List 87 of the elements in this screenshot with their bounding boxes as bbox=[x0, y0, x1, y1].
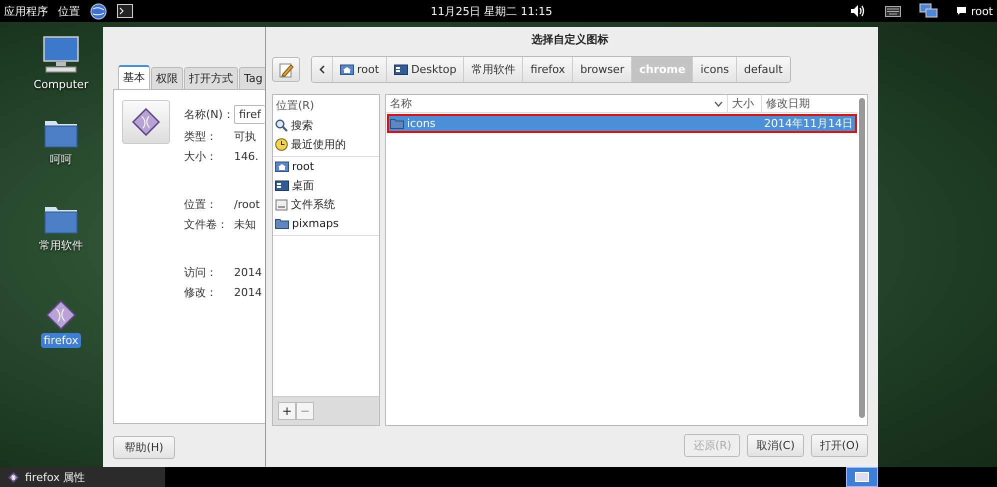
field-label: 修改： bbox=[184, 285, 218, 300]
workspace-switcher[interactable] bbox=[846, 467, 878, 487]
globe-icon bbox=[90, 2, 107, 20]
clock-icon bbox=[275, 138, 288, 151]
places-item[interactable]: pixmaps bbox=[273, 214, 379, 233]
column-header[interactable]: 大小 bbox=[727, 95, 761, 112]
tab[interactable]: 基本 bbox=[118, 65, 150, 89]
field-value: 146. bbox=[234, 150, 260, 163]
desktop-icon-label[interactable]: 呵呵 bbox=[47, 151, 75, 168]
places-item-label: root bbox=[292, 160, 314, 173]
folder-icon bbox=[44, 204, 78, 234]
chat-bubble-icon bbox=[956, 6, 967, 16]
places-item[interactable]: 文件系统 bbox=[273, 195, 379, 214]
field-label: 文件卷： bbox=[184, 217, 229, 232]
field-value: /root bbox=[234, 198, 261, 211]
desktop-icon-label[interactable]: 常用软件 bbox=[36, 237, 86, 254]
places-header: 位置(R) bbox=[275, 98, 316, 114]
tab[interactable]: 权限 bbox=[151, 67, 183, 89]
field-label: 类型： bbox=[184, 129, 218, 144]
field-label: 名称(N)： bbox=[184, 107, 234, 122]
column-header[interactable]: 修改日期 bbox=[761, 95, 857, 112]
dialog-title: 选择自定义图标 bbox=[530, 32, 610, 48]
path-segment[interactable]: 常用软件 bbox=[463, 57, 522, 82]
folder-icon bbox=[44, 118, 78, 148]
window-icon bbox=[855, 472, 869, 482]
file-name: icons bbox=[407, 117, 436, 130]
field-value: 2014 bbox=[234, 286, 263, 299]
dialog-button[interactable]: 打开(O) bbox=[810, 434, 868, 457]
folder-icon bbox=[390, 118, 404, 129]
column-header[interactable]: 名称 bbox=[386, 95, 727, 112]
panel-menu[interactable]: 应用程序 bbox=[4, 4, 48, 18]
network-icon bbox=[918, 3, 938, 19]
dialog-button[interactable]: 取消(C) bbox=[747, 434, 804, 457]
clock[interactable]: 11月25日 星期二 11:15 bbox=[430, 4, 552, 18]
places-item[interactable]: 桌面 bbox=[273, 176, 379, 195]
places-item-label: 搜索 bbox=[291, 118, 313, 133]
desktop-icon-label[interactable]: Computer bbox=[30, 77, 92, 92]
path-segment[interactable]: root bbox=[332, 57, 386, 82]
desktop-icon bbox=[275, 180, 289, 191]
name-field[interactable]: firef bbox=[234, 105, 265, 124]
help-button[interactable]: 帮助(H) bbox=[113, 436, 175, 459]
keyboard-icon bbox=[884, 6, 901, 16]
sort-chevron-icon bbox=[714, 100, 723, 106]
chevron-left-icon bbox=[319, 65, 325, 74]
user-name[interactable]: root bbox=[970, 4, 993, 18]
home-folder-icon bbox=[275, 161, 289, 172]
add-place-button[interactable]: + bbox=[278, 402, 296, 420]
icon-button[interactable] bbox=[122, 100, 170, 144]
diamond-launcher-icon bbox=[46, 300, 76, 330]
search-icon bbox=[275, 119, 288, 132]
tab[interactable]: Tag bbox=[239, 67, 265, 89]
tab[interactable]: 打开方式 bbox=[184, 67, 238, 89]
diamond-launcher-icon bbox=[8, 472, 19, 482]
home-folder-icon bbox=[340, 64, 354, 75]
speaker-icon bbox=[850, 4, 867, 18]
field-label: 访问： bbox=[184, 265, 218, 280]
desktop-icon-label[interactable]: firefox bbox=[40, 333, 82, 348]
places-item-label: 文件系统 bbox=[291, 197, 335, 212]
file-date: 2014年11月14日 bbox=[763, 116, 854, 131]
diamond-launcher-icon bbox=[132, 108, 160, 136]
path-segment[interactable]: browser bbox=[572, 57, 632, 82]
taskbar-item[interactable]: firefox 属性 bbox=[0, 467, 165, 487]
edit-location-button[interactable] bbox=[272, 57, 300, 82]
field-label: 位置： bbox=[184, 197, 218, 212]
places-item-label: 桌面 bbox=[292, 178, 314, 193]
field-value: 2014 bbox=[234, 266, 263, 279]
terminal-icon bbox=[117, 4, 133, 18]
scrollbar[interactable] bbox=[859, 98, 865, 418]
back-button[interactable] bbox=[312, 57, 332, 82]
folder-icon bbox=[275, 218, 289, 229]
path-segment[interactable]: firefox bbox=[522, 57, 572, 82]
path-segment[interactable]: Desktop bbox=[386, 57, 464, 82]
field-label: 大小： bbox=[184, 149, 218, 164]
computer-icon bbox=[42, 36, 80, 74]
field-value: 未知 bbox=[234, 217, 257, 232]
path-segment[interactable]: default bbox=[736, 57, 790, 82]
notepad-pencil-icon bbox=[278, 62, 294, 78]
path-segment[interactable]: icons bbox=[692, 57, 736, 82]
field-value: 可执 bbox=[234, 129, 257, 144]
places-item[interactable]: 搜索 bbox=[273, 116, 379, 135]
places-item-label: 最近使用的 bbox=[291, 137, 346, 152]
places-item[interactable]: root bbox=[273, 157, 379, 176]
desktop-icon bbox=[394, 64, 408, 75]
drive-icon bbox=[275, 198, 288, 210]
places-item-label: pixmaps bbox=[292, 217, 339, 230]
panel-menu[interactable]: 位置 bbox=[58, 4, 80, 18]
places-item[interactable]: 最近使用的 bbox=[273, 135, 379, 154]
